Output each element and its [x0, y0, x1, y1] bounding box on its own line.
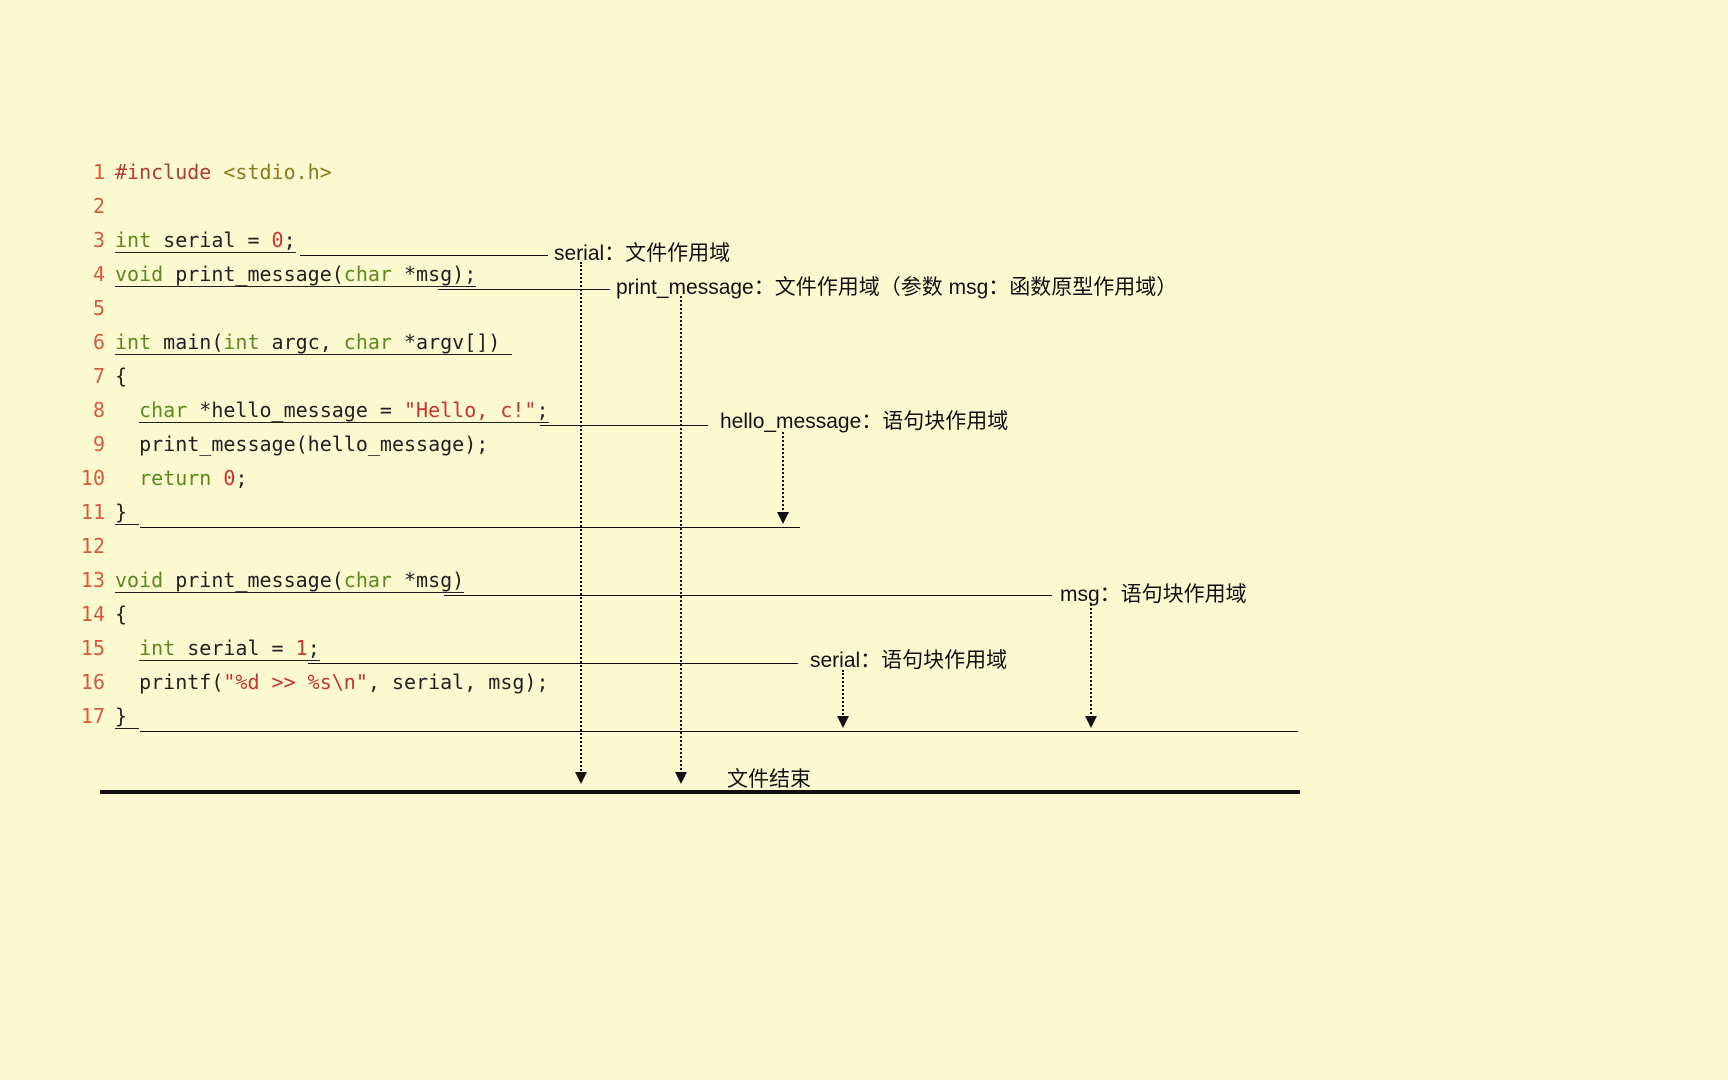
code-text: int serial = 1;	[115, 631, 320, 665]
code-text: }	[115, 495, 139, 529]
arrow-msg-block	[1090, 604, 1092, 726]
line-number: 10	[75, 461, 105, 495]
annotation-msg-block: msg：语句块作用域	[1060, 578, 1247, 608]
code-text: return 0;	[115, 461, 247, 495]
arrow-serial-file	[580, 262, 582, 782]
code-text: int main(int argc, char *argv[])	[115, 325, 512, 359]
code-line: 16 printf("%d >> %s\n", serial, msg);	[75, 665, 549, 699]
code-block: 1 #include <stdio.h> 23 int serial = 0; 4 voi…	[75, 155, 549, 733]
hline-block-end-print	[140, 731, 1298, 732]
code-text: printf("%d >> %s\n", serial, msg);	[115, 665, 549, 699]
line-number: 13	[75, 563, 105, 597]
code-line: 3 int serial = 0;	[75, 223, 549, 257]
code-line: 1 #include <stdio.h>	[75, 155, 549, 189]
line-number: 14	[75, 597, 105, 631]
code-text: void print_message(char *msg);	[115, 257, 476, 291]
code-line: 4 void print_message(char *msg);	[75, 257, 549, 291]
hline-serial-block	[308, 663, 798, 664]
code-text: char *hello_message = "Hello, c!";	[115, 393, 549, 427]
arrow-serial-block	[842, 670, 844, 726]
code-line: 12	[75, 529, 549, 563]
code-line: 9 print_message(hello_message);	[75, 427, 549, 461]
line-number: 17	[75, 699, 105, 733]
code-line: 13 void print_message(char *msg)	[75, 563, 549, 597]
file-end-line	[100, 790, 1300, 794]
line-number: 8	[75, 393, 105, 427]
code-line: 8 char *hello_message = "Hello, c!";	[75, 393, 549, 427]
line-number: 3	[75, 223, 105, 257]
hline-block-end-main	[140, 527, 800, 528]
code-line: 2	[75, 189, 549, 223]
hline-serial-file	[300, 255, 548, 256]
annotation-serial-block: serial：语句块作用域	[810, 644, 1007, 674]
line-number: 16	[75, 665, 105, 699]
code-line: 17}	[75, 699, 549, 733]
line-number: 9	[75, 427, 105, 461]
code-text: {	[115, 597, 127, 631]
arrow-print-message-file	[680, 296, 682, 782]
line-number: 15	[75, 631, 105, 665]
code-line: 10 return 0;	[75, 461, 549, 495]
code-line: 11}	[75, 495, 549, 529]
code-line: 6 int main(int argc, char *argv[])	[75, 325, 549, 359]
annotation-file-end: 文件结束	[727, 763, 811, 793]
hline-msg-block	[444, 595, 1052, 596]
code-text: print_message(hello_message);	[115, 427, 488, 461]
code-text: }	[115, 699, 139, 733]
code-text: int serial = 0;	[115, 223, 296, 257]
hline-print-message-file	[438, 289, 610, 290]
line-number: 11	[75, 495, 105, 529]
line-number: 2	[75, 189, 105, 223]
code-line: 14 {	[75, 597, 549, 631]
line-number: 12	[75, 529, 105, 563]
code-text: {	[115, 359, 127, 393]
code-text: #include <stdio.h>	[115, 155, 332, 189]
line-number: 6	[75, 325, 105, 359]
hline-hello-message	[540, 425, 708, 426]
annotation-print-message-file: print_message：文件作用域（参数 msg：函数原型作用域）	[616, 271, 1177, 301]
code-text: void print_message(char *msg)	[115, 563, 464, 597]
code-line: 15 int serial = 1;	[75, 631, 549, 665]
arrow-hello-message	[782, 432, 784, 522]
line-number: 7	[75, 359, 105, 393]
code-line: 5	[75, 291, 549, 325]
line-number: 1	[75, 155, 105, 189]
line-number: 5	[75, 291, 105, 325]
annotation-hello-message: hello_message：语句块作用域	[720, 405, 1008, 435]
line-number: 4	[75, 257, 105, 291]
code-line: 7{	[75, 359, 549, 393]
